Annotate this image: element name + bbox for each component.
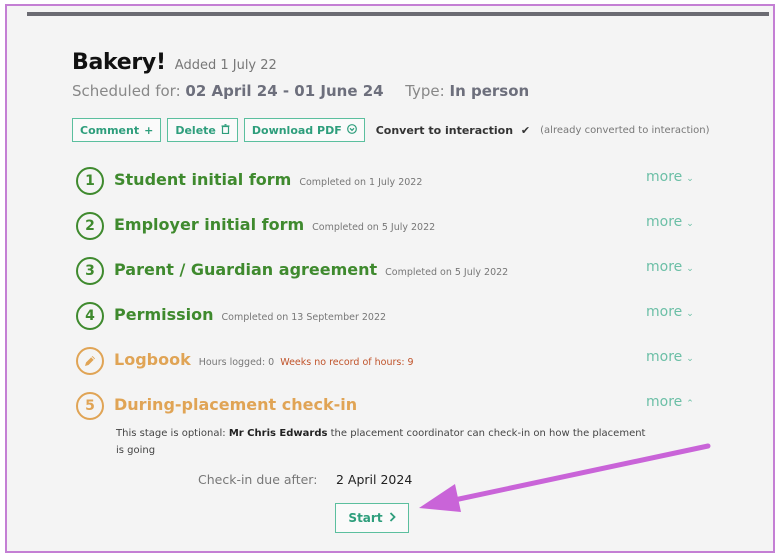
chevron-down-icon: ⌄	[686, 264, 694, 274]
stage-row: 1 Student initial form Completed on 1 Jul…	[76, 167, 696, 201]
stage-title-text: Permission	[114, 305, 214, 324]
logbook-row: Logbook Hours logged: 0 Weeks no record of…	[76, 347, 696, 381]
stage-title: Student initial form Completed on 1 July …	[114, 170, 422, 189]
start-button[interactable]: Start	[335, 503, 409, 533]
checkin-title: During-placement check-in	[114, 395, 358, 414]
more-toggle[interactable]: more ⌄	[646, 214, 694, 230]
more-toggle[interactable]: more ⌄	[646, 304, 694, 320]
more-toggle[interactable]: more ⌄	[646, 349, 694, 365]
more-toggle[interactable]: more ⌃	[646, 394, 694, 410]
scheduled-value: 02 April 24 - 01 June 24	[185, 82, 384, 100]
chevron-down-icon: ⌄	[686, 309, 694, 319]
page-title: Bakery!	[72, 50, 166, 75]
check-icon: ✔	[520, 123, 531, 137]
download-pdf-label: Download PDF	[251, 123, 342, 137]
scheduled-label: Scheduled for:	[72, 82, 181, 100]
stage-row: 2 Employer initial form Completed on 5 Ju…	[76, 212, 696, 246]
optional-prefix: This stage is optional:	[116, 428, 226, 439]
delete-button[interactable]: Delete	[167, 118, 238, 142]
pencil-icon	[76, 347, 104, 375]
due-value: 2 April 2024	[336, 472, 413, 487]
top-bar	[27, 12, 769, 16]
stage-completed: Completed on 5 July 2022	[385, 267, 509, 278]
plus-icon: +	[144, 123, 154, 137]
coordinator-name: Mr Chris Edwards	[228, 428, 328, 439]
stage-completed: Completed on 1 July 2022	[299, 177, 423, 188]
logbook-title-text: Logbook	[114, 350, 191, 369]
stage-title-text: Parent / Guardian agreement	[114, 260, 378, 279]
title-row: Bakery! Added 1 July 22	[72, 50, 277, 75]
chevron-right-icon	[389, 511, 396, 525]
chevron-down-icon: ⌄	[686, 219, 694, 229]
more-label: more	[646, 349, 683, 365]
chevron-down-icon: ⌄	[686, 354, 694, 364]
stage-title: Parent / Guardian agreement Completed on …	[114, 260, 508, 279]
stage-number: 5	[76, 392, 104, 420]
stage-completed: Completed on 5 July 2022	[312, 222, 436, 233]
stage-title-text: Employer initial form	[114, 215, 305, 234]
trash-icon	[221, 123, 230, 137]
type-label: Type:	[405, 82, 445, 100]
convert-to-interaction[interactable]: Convert to interaction ✔	[376, 124, 530, 137]
more-label: more	[646, 394, 683, 410]
more-toggle[interactable]: more ⌄	[646, 169, 694, 185]
stage-number: 3	[76, 257, 104, 285]
more-label: more	[646, 304, 683, 320]
delete-button-label: Delete	[175, 123, 216, 137]
stage-number: 1	[76, 167, 104, 195]
stage-completed: Completed on 13 September 2022	[221, 312, 387, 323]
type-value: In person	[449, 82, 530, 100]
action-bar: Comment + Delete Download PDF Convert to…	[72, 118, 710, 142]
due-label: Check-in due after:	[198, 472, 318, 487]
schedule-row: Scheduled for: 02 April 24 - 01 June 24 …	[72, 82, 529, 100]
stage-number: 4	[76, 302, 104, 330]
start-button-label: Start	[348, 511, 383, 525]
added-date: Added 1 July 22	[174, 58, 277, 73]
checkin-row: 5 During-placement check-in more ⌃	[76, 392, 696, 426]
more-toggle[interactable]: more ⌄	[646, 259, 694, 275]
comment-button[interactable]: Comment +	[72, 118, 162, 142]
stage-number: 2	[76, 212, 104, 240]
stage-row: 3 Parent / Guardian agreement Completed o…	[76, 257, 696, 291]
comment-button-label: Comment	[80, 123, 140, 137]
stage-title: Permission Completed on 13 September 2022	[114, 305, 386, 324]
chevron-up-icon: ⌃	[686, 399, 694, 409]
logbook-title: Logbook Hours logged: 0 Weeks no record of…	[114, 350, 414, 369]
download-pdf-button[interactable]: Download PDF	[243, 118, 365, 142]
annotation-arrow	[419, 443, 711, 512]
hours-logged: Hours logged: 0	[198, 357, 275, 368]
logbook-meta: Hours logged: 0 Weeks no record of hours:…	[199, 357, 414, 368]
download-icon	[346, 123, 357, 137]
stage-row: 4 Permission Completed on 13 September 20…	[76, 302, 696, 336]
more-label: more	[646, 169, 683, 185]
already-converted-note: (already converted to interaction)	[540, 124, 710, 136]
more-label: more	[646, 259, 683, 275]
stage-title-text: Student initial form	[114, 170, 292, 189]
stage-title: Employer initial form Completed on 5 July…	[114, 215, 435, 234]
more-label: more	[646, 214, 683, 230]
convert-label: Convert to interaction	[375, 123, 514, 137]
weeks-no-record: Weeks no record of hours: 9	[280, 357, 414, 368]
chevron-down-icon: ⌄	[686, 174, 694, 184]
